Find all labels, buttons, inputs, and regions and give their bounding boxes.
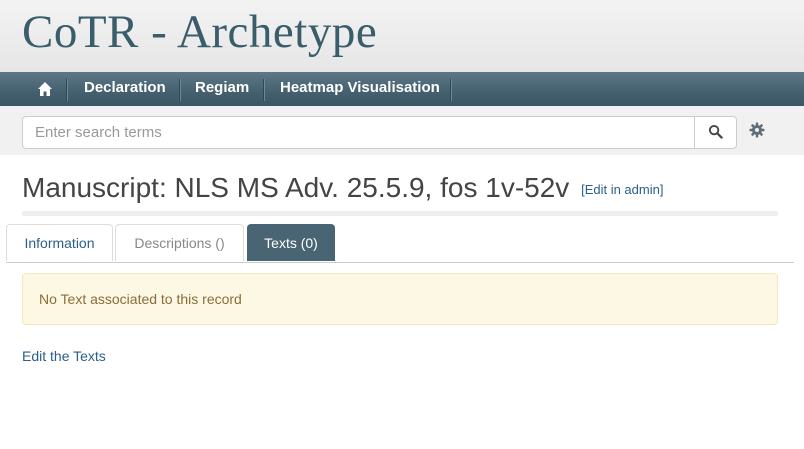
search-bar (0, 106, 804, 155)
no-text-alert: No Text associated to this record (22, 273, 778, 325)
nav-separator (66, 79, 67, 101)
page-title: Manuscript: NLS MS Adv. 25.5.9, fos 1v-5… (22, 171, 663, 207)
nav-item-heatmap-visualisation[interactable]: Heatmap Visualisation (280, 72, 440, 106)
nav-item-declaration[interactable]: Declaration (84, 72, 166, 106)
heading-divider (22, 211, 778, 216)
site-title[interactable]: CoTR - Archetype (22, 4, 377, 60)
site-header: CoTR - Archetype (0, 0, 804, 72)
nav-separator (450, 79, 451, 101)
home-icon[interactable] (37, 81, 53, 97)
tab-texts[interactable]: Texts (0) (247, 224, 335, 261)
search-button[interactable] (695, 116, 737, 149)
edit-in-admin-link[interactable]: [Edit in admin] (581, 182, 663, 197)
search-input[interactable] (22, 116, 695, 149)
edit-texts-link[interactable]: Edit the Texts (22, 347, 106, 365)
tab-bar: Information Descriptions () Texts (0) (6, 224, 794, 263)
navbar: Declaration Regiam Heatmap Visualisation (0, 72, 804, 106)
gear-icon[interactable] (749, 122, 765, 138)
nav-item-regiam[interactable]: Regiam (195, 72, 249, 106)
nav-separator (179, 79, 180, 101)
search-icon (708, 124, 723, 139)
tab-information[interactable]: Information (6, 224, 113, 261)
tab-descriptions[interactable]: Descriptions () (115, 224, 244, 261)
page-title-text: Manuscript: NLS MS Adv. 25.5.9, fos 1v-5… (22, 172, 570, 203)
nav-separator (263, 79, 264, 101)
